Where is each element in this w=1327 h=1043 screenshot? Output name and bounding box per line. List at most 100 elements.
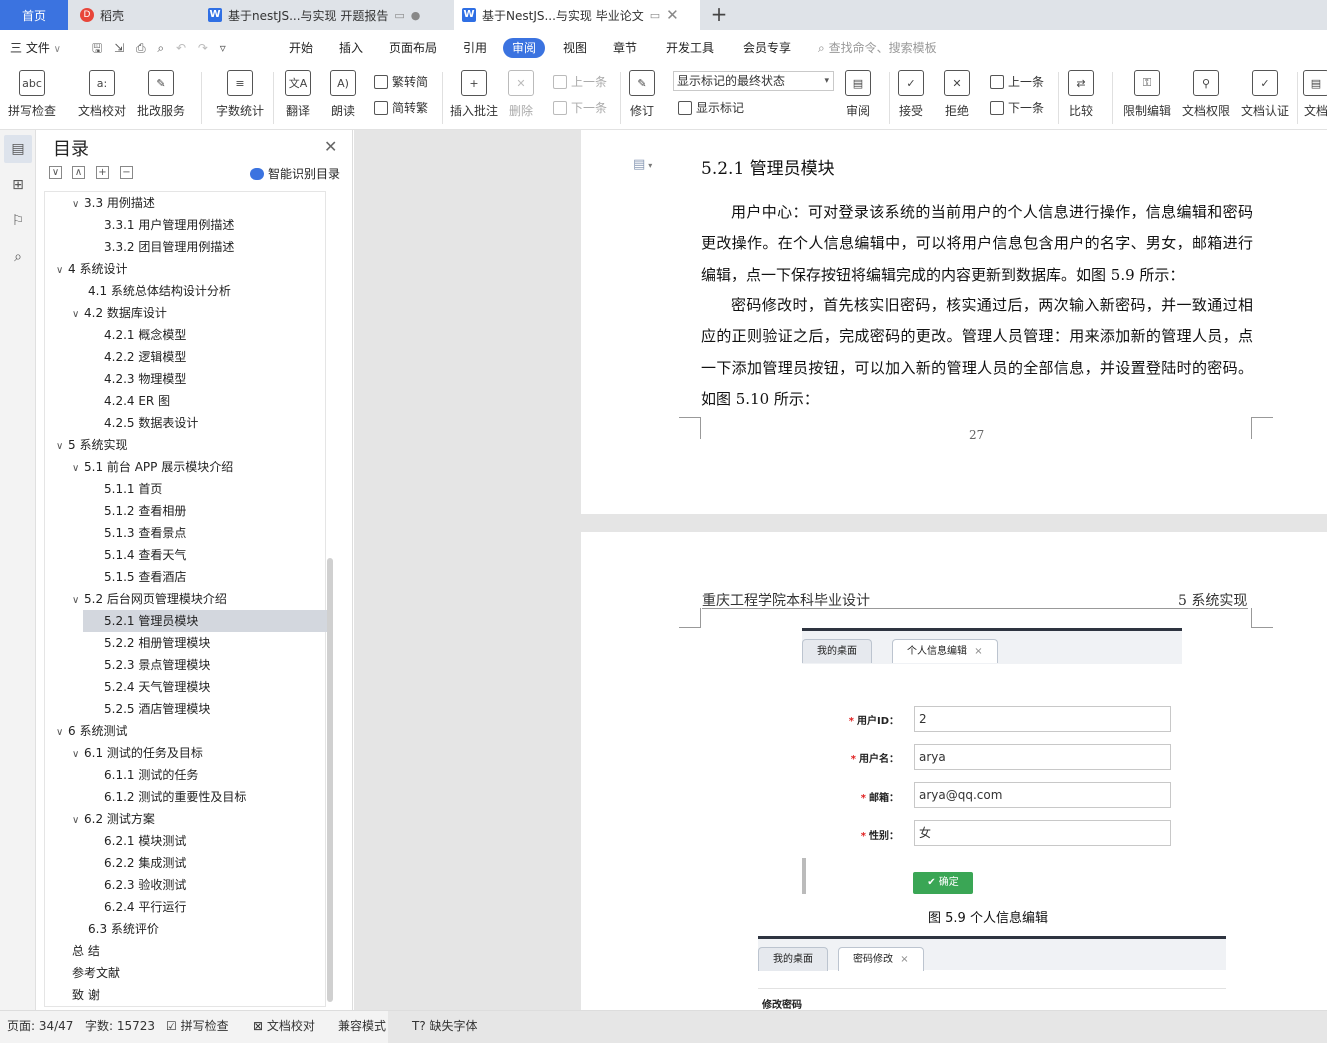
toc-item[interactable]: 5.2.5 酒店管理模块 [45, 698, 325, 720]
next-change-button[interactable]: 下一条 [990, 99, 1044, 116]
doc-certify-button[interactable]: ✓ 文档认证 [1241, 70, 1289, 119]
proof-status[interactable]: ⊠ 文档校对 [253, 1017, 315, 1034]
save-icon[interactable]: 🖫 [92, 41, 102, 55]
toc-item[interactable]: ∨ 6.1 测试的任务及目标 [45, 742, 325, 764]
toc-item[interactable]: 3.3.2 团目管理用例描述 [45, 236, 325, 258]
chapter-nav-icon[interactable]: ⊞ [9, 176, 27, 194]
chevron-down-icon[interactable]: ∨ [72, 744, 84, 766]
toc-item[interactable]: 3.3.1 用户管理用例描述 [45, 214, 325, 236]
toc-item[interactable]: 5.1.4 查看天气 [45, 544, 325, 566]
compat-mode[interactable]: 兼容模式 [338, 1017, 386, 1034]
tab-close-icon[interactable]: ✕ [666, 6, 679, 24]
chevron-down-icon[interactable]: ∨ [72, 590, 84, 612]
toc-panel-icon[interactable]: ▤ [4, 135, 32, 163]
read-aloud-button[interactable]: A) 朗读 [330, 70, 356, 119]
toc-item[interactable]: 6.2.2 集成测试 [45, 852, 325, 874]
toc-item[interactable]: 5.1.3 查看景点 [45, 522, 325, 544]
doc-more-button[interactable]: ▤ 文档 [1303, 70, 1327, 119]
doc-permission-button[interactable]: ⚲ 文档权限 [1182, 70, 1230, 119]
menu-developer[interactable]: 开发工具 [666, 38, 714, 58]
reject-button[interactable]: ✕ 拒绝 [944, 70, 970, 119]
tab-dot-icon[interactable]: ● [411, 9, 421, 22]
toc-item[interactable]: ∨ 5 系统实现 [45, 434, 325, 456]
tab-window-icon[interactable]: ▭ [650, 9, 660, 22]
chevron-down-icon[interactable]: ∨ [56, 722, 68, 744]
doc-proof-button[interactable]: a: 文档校对 [78, 70, 126, 119]
accept-button[interactable]: ✓ 接受 [898, 70, 924, 119]
command-search[interactable]: ⌕ 查找命令、搜索模板 [818, 38, 937, 58]
menu-references[interactable]: 引用 [463, 38, 487, 58]
word-count-button[interactable]: ≡ 字数统计 [216, 70, 264, 119]
chevron-down-icon[interactable]: ∨ [72, 810, 84, 832]
menu-review[interactable]: 审阅 [503, 38, 546, 58]
toc-item[interactable]: ∨ 6 系统测试 [45, 720, 325, 742]
toc-item[interactable]: ∨ 4.2 数据库设计 [45, 302, 325, 324]
toc-item[interactable]: 4.2.2 逻辑模型 [45, 346, 325, 368]
chevron-down-icon[interactable]: ∨ [72, 194, 84, 216]
chevron-down-icon[interactable]: ∨ [72, 304, 84, 326]
toc-item[interactable]: 6.3 系统评价 [45, 918, 325, 940]
preview-icon[interactable]: ⌕ [157, 41, 164, 55]
toc-item[interactable]: 6.2.1 模块测试 [45, 830, 325, 852]
paragraph-menu-icon[interactable]: ▤ ▾ [633, 157, 652, 172]
toc-item[interactable]: 总 结 [45, 940, 325, 962]
toc-item[interactable]: ∨ 3.3 用例描述 [45, 192, 325, 214]
toc-item[interactable]: 5.1.2 查看相册 [45, 500, 325, 522]
close-icon[interactable]: ✕ [324, 137, 337, 156]
bookmark-icon[interactable]: ⚐ [9, 212, 27, 230]
toc-item[interactable]: 6.1.2 测试的重要性及目标 [45, 786, 325, 808]
markup-state-select[interactable]: 显示标记的最终状态 ▾ [673, 71, 834, 91]
menu-start[interactable]: 开始 [289, 38, 313, 58]
search-icon[interactable]: ⌕ [9, 248, 27, 266]
toc-item[interactable]: 4.2.3 物理模型 [45, 368, 325, 390]
spell-check-status[interactable]: ☑ 拼写检查 [166, 1017, 229, 1034]
tab-window-icon[interactable]: ▭ [394, 9, 404, 22]
toc-item[interactable]: 6.2.3 验收测试 [45, 874, 325, 896]
menu-chapter[interactable]: 章节 [613, 38, 637, 58]
word-count-indicator[interactable]: 字数: 15723 [85, 1017, 155, 1034]
toc-item[interactable]: 5.1.5 查看酒店 [45, 566, 325, 588]
menu-page-layout[interactable]: 页面布局 [389, 38, 437, 58]
toc-item[interactable]: ∨ 5.1 前台 APP 展示模块介绍 [45, 456, 325, 478]
translate-button[interactable]: 文A 翻译 [285, 70, 311, 119]
review-pane-button[interactable]: ▤ 审阅 [845, 70, 871, 119]
missing-font-status[interactable]: T? 缺失字体 [412, 1017, 478, 1034]
restrict-edit-button[interactable]: ⚿ 限制编辑 [1123, 70, 1171, 119]
toc-item[interactable]: 4.2.5 数据表设计 [45, 412, 325, 434]
toc-item[interactable]: ∨ 6.2 测试方案 [45, 808, 325, 830]
tab-daoke[interactable]: D 稻壳 [70, 0, 198, 30]
chevron-down-icon[interactable]: ∨ [72, 458, 84, 480]
toc-item[interactable]: 5.2.3 景点管理模块 [45, 654, 325, 676]
toc-item[interactable]: 6.2.4 平行运行 [45, 896, 325, 918]
next-comment-button[interactable]: 下一条 [553, 99, 607, 116]
delete-comment-button[interactable]: ✕ 删除 [508, 70, 534, 119]
toc-item[interactable]: 4.1 系统总体结构设计分析 [45, 280, 325, 302]
toc-item[interactable]: ∨ 5.2 后台网页管理模块介绍 [45, 588, 325, 610]
more-chevron-icon[interactable]: ▿ [220, 41, 226, 55]
prev-change-button[interactable]: 上一条 [990, 73, 1044, 90]
chevron-down-icon[interactable]: ∨ [56, 260, 68, 282]
toc-item[interactable]: 6.1.1 测试的任务 [45, 764, 325, 786]
toc-item[interactable]: 4.2.4 ER 图 [45, 390, 325, 412]
menu-view[interactable]: 视图 [563, 38, 587, 58]
toc-item[interactable]: 4.2.1 概念模型 [45, 324, 325, 346]
tab-doc-lunwen[interactable]: W 基于NestJS...与实现 毕业论文 ▭ ✕ [454, 0, 700, 30]
prev-comment-button[interactable]: 上一条 [553, 73, 607, 90]
redo-icon[interactable]: ↷ [198, 41, 208, 55]
trad-to-simp-button[interactable]: 繁转简 [374, 73, 428, 90]
tab-doc-kaiti[interactable]: W 基于nestJS...与实现 开题报告 ▭ ● [200, 0, 448, 30]
toc-item[interactable]: ∨ 4 系统设计 [45, 258, 325, 280]
review-service-button[interactable]: ✎ 批改服务 [137, 70, 185, 119]
export-icon[interactable]: ⇲ [114, 41, 124, 55]
menu-insert[interactable]: 插入 [339, 38, 363, 58]
toc-item[interactable]: 致 谢 [45, 984, 325, 1006]
track-changes-button[interactable]: ✎ 修订 [629, 70, 655, 119]
compare-button[interactable]: ⇄ 比较 [1068, 70, 1094, 119]
toc-item[interactable]: 5.2.4 天气管理模块 [45, 676, 325, 698]
add-heading-icon[interactable]: + [96, 166, 109, 179]
new-tab-icon[interactable]: + [706, 0, 732, 30]
simp-to-trad-button[interactable]: 简转繁 [374, 99, 428, 116]
chevron-down-icon[interactable]: ∨ [56, 436, 68, 458]
show-markup-button[interactable]: 显示标记 [678, 99, 744, 116]
remove-heading-icon[interactable]: − [120, 166, 133, 179]
